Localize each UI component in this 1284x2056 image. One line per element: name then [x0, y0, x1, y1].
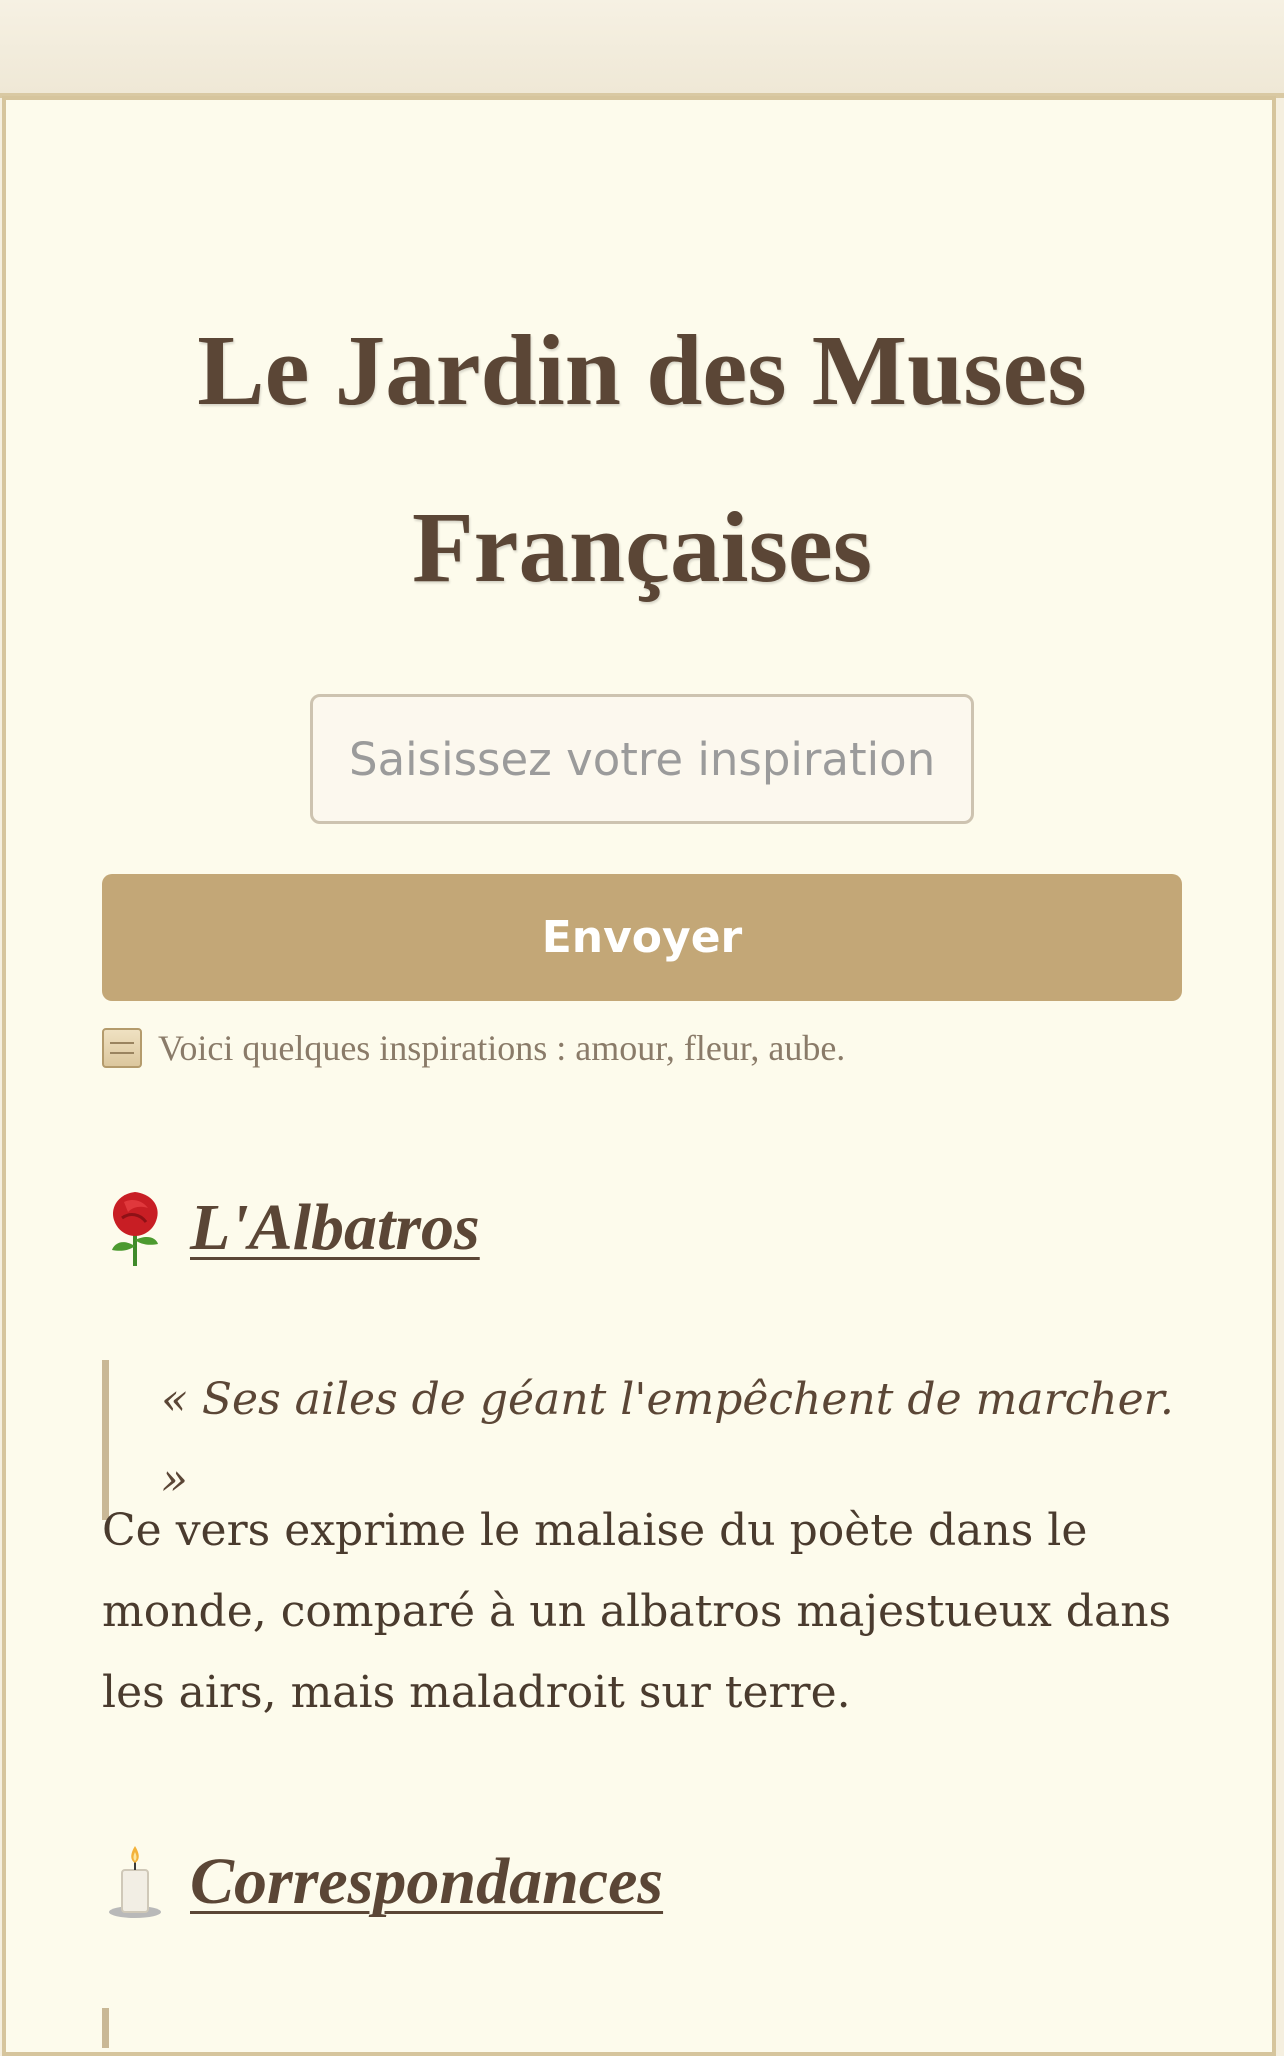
inspiration-hint: Voici quelques inspirations : amour, fle…: [102, 1020, 845, 1076]
top-bar: [0, 0, 1284, 98]
poem-description: Ce vers exprime le malaise du poète dans…: [102, 1505, 1172, 1718]
poem-heading: Correspondances: [102, 1842, 663, 1922]
inspiration-input[interactable]: [310, 694, 974, 824]
rose-icon: [112, 1192, 158, 1266]
hint-text: Voici quelques inspirations : amour, fle…: [158, 1028, 846, 1068]
candle-icon: [109, 1846, 161, 1918]
page-title: Le Jardin des Muses Françaises: [197, 314, 1087, 603]
poem-quote: [102, 2008, 1182, 2048]
poem-title-link[interactable]: Correspondances: [190, 1844, 663, 1920]
scroll-icon: [102, 1028, 142, 1068]
poem-title-link[interactable]: L'Albatros: [190, 1190, 480, 1266]
send-button[interactable]: Envoyer: [102, 874, 1182, 1001]
poem-heading: L'Albatros: [102, 1188, 480, 1268]
